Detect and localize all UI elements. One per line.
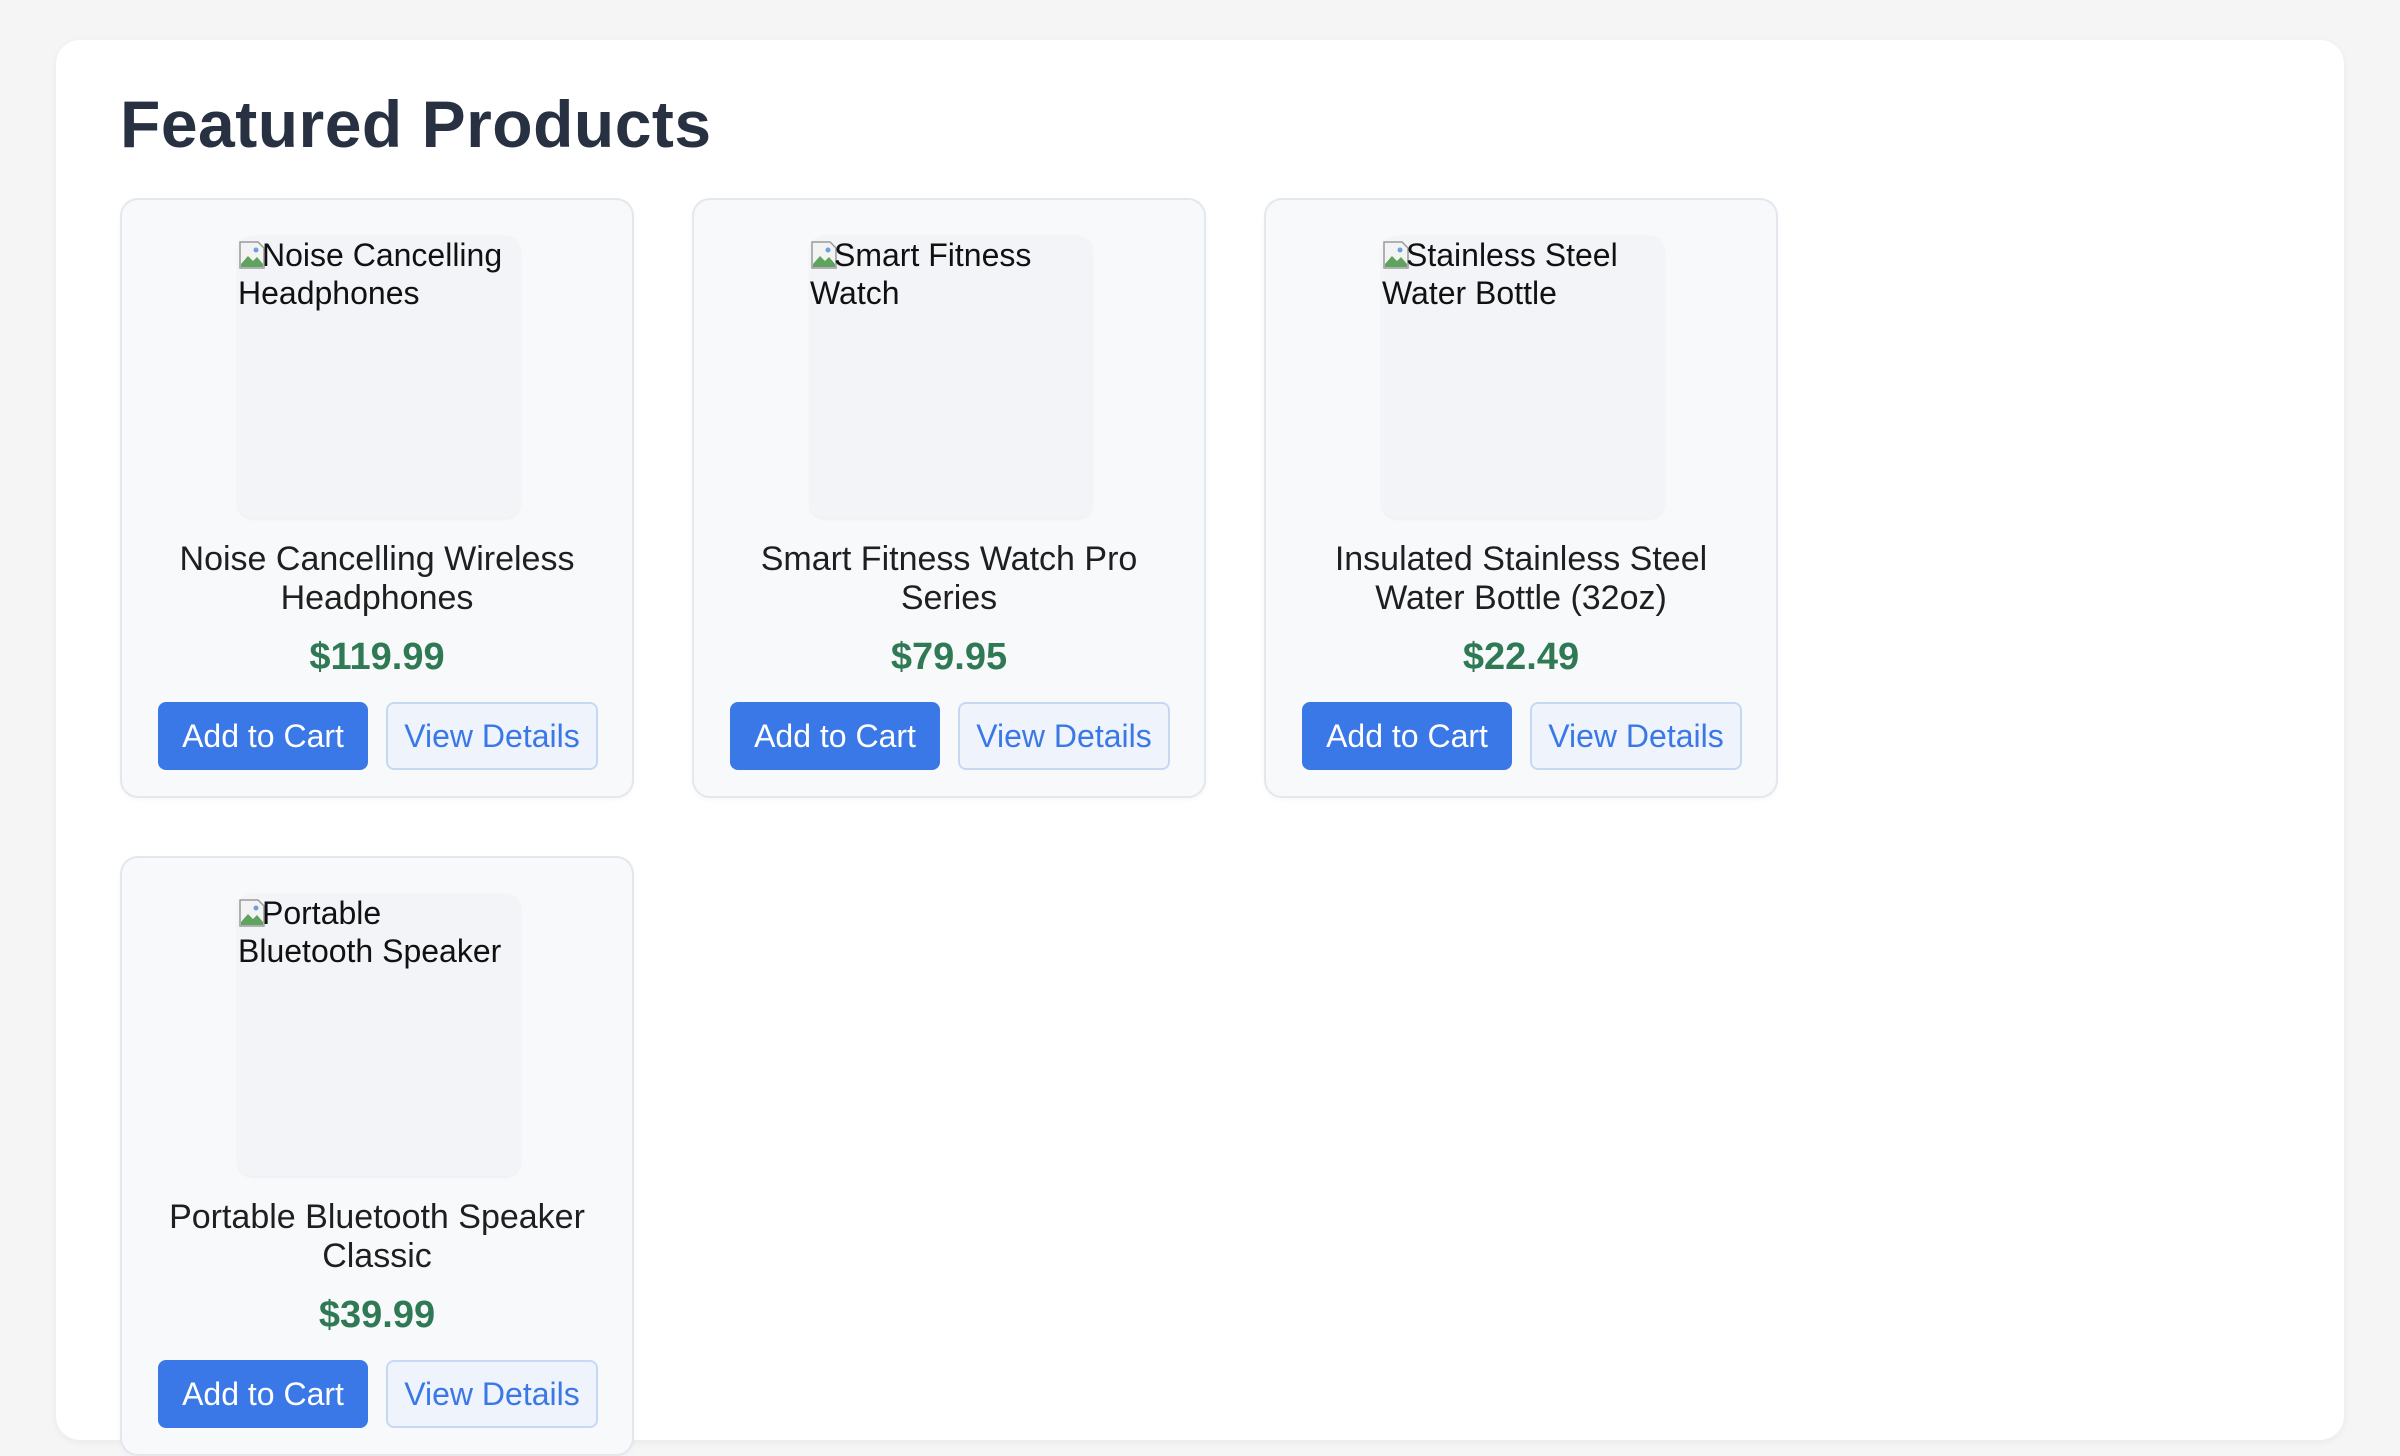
product-name: Noise Cancelling Wireless Headphones [179, 540, 575, 617]
product-image: Stainless Steel Water Bottle [1382, 236, 1664, 518]
product-image-alt: Stainless Steel Water Bottle [1382, 237, 1618, 311]
view-details-button[interactable]: View Details [386, 702, 598, 770]
product-image-alt: Portable Bluetooth Speaker [238, 895, 502, 969]
product-price: $22.49 [1462, 636, 1580, 678]
view-details-button[interactable]: View Details [1530, 702, 1742, 770]
product-card: Smart Fitness Watch Smart Fitness Watch … [692, 198, 1206, 798]
product-name: Smart Fitness Watch Pro Series [760, 540, 1138, 617]
product-actions: Add to Cart View Details [1302, 702, 1742, 770]
product-image: Portable Bluetooth Speaker [238, 894, 520, 1176]
featured-products-panel: Featured Products Noise Cancelling Headp… [56, 40, 2344, 1456]
view-details-button[interactable]: View Details [958, 702, 1170, 770]
product-image: Smart Fitness Watch [810, 236, 1092, 518]
product-price: $119.99 [309, 636, 445, 678]
product-image-alt: Noise Cancelling Headphones [238, 237, 503, 311]
product-card: Portable Bluetooth Speaker Portable Blue… [120, 856, 634, 1456]
product-name: Insulated Stainless Steel Water Bottle (… [1334, 540, 1708, 617]
add-to-cart-button[interactable]: Add to Cart [1302, 702, 1512, 770]
page-title: Featured Products [120, 87, 712, 161]
product-image: Noise Cancelling Headphones [238, 236, 520, 518]
product-grid: Noise Cancelling Headphones Noise Cancel… [120, 198, 1778, 1456]
product-actions: Add to Cart View Details [730, 702, 1170, 770]
product-actions: Add to Cart View Details [158, 702, 598, 770]
product-actions: Add to Cart View Details [158, 1360, 598, 1428]
product-price: $39.99 [318, 1294, 436, 1336]
product-card: Stainless Steel Water Bottle Insulated S… [1264, 198, 1778, 798]
product-image-alt: Smart Fitness Watch [810, 237, 1032, 311]
product-price: $79.95 [890, 636, 1008, 678]
add-to-cart-button[interactable]: Add to Cart [158, 1360, 368, 1428]
product-name: Portable Bluetooth Speaker Classic [169, 1198, 585, 1275]
view-details-button[interactable]: View Details [386, 1360, 598, 1428]
add-to-cart-button[interactable]: Add to Cart [158, 702, 368, 770]
product-card: Noise Cancelling Headphones Noise Cancel… [120, 198, 634, 798]
add-to-cart-button[interactable]: Add to Cart [730, 702, 940, 770]
